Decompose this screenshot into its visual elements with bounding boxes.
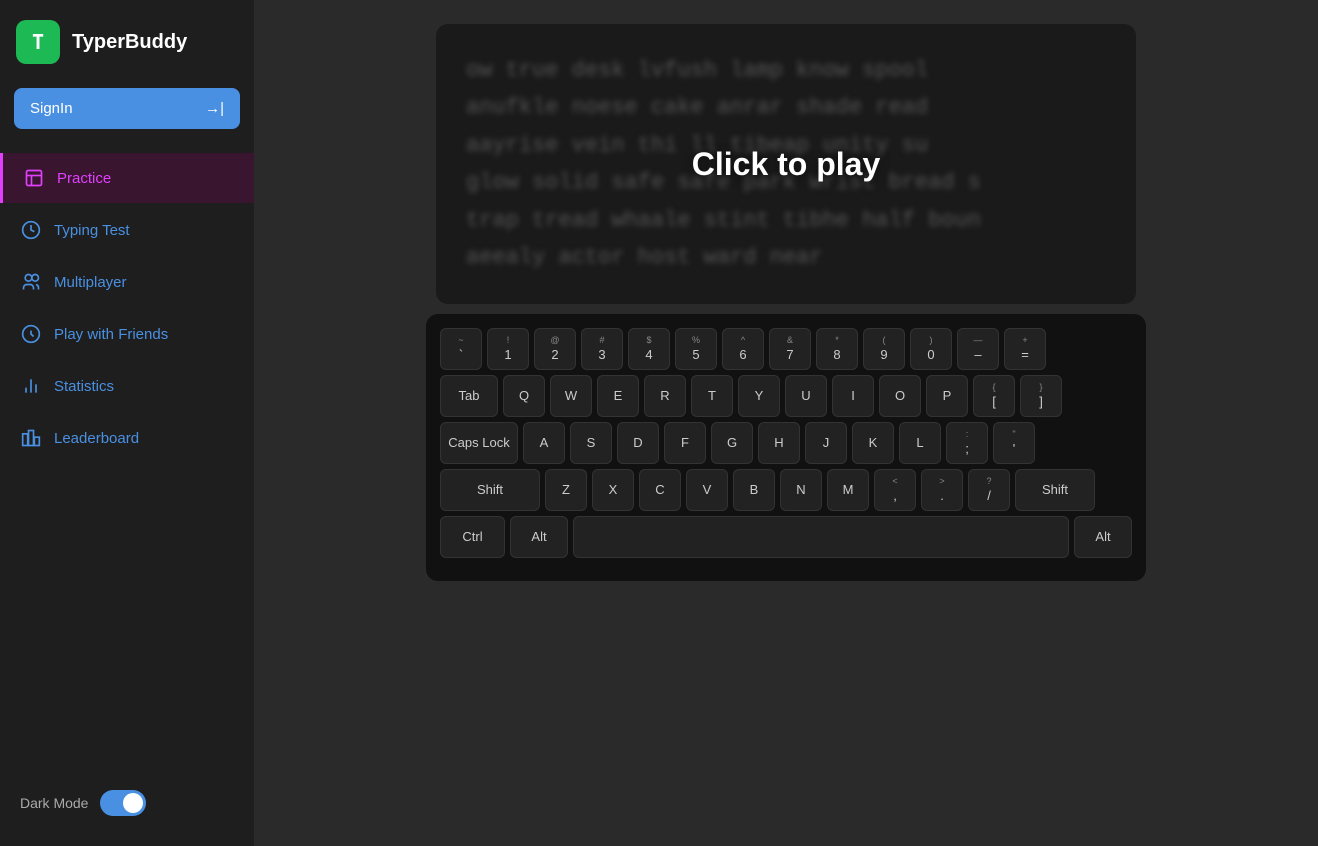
key-period[interactable]: >. xyxy=(921,469,963,511)
key-equal[interactable]: += xyxy=(1004,328,1046,370)
play-with-friends-icon xyxy=(20,323,42,345)
keyboard-row-4: Shift Z X C V B N M <, >. ?/ Shift xyxy=(440,469,1132,511)
key-m[interactable]: M xyxy=(827,469,869,511)
signin-label: SignIn xyxy=(30,100,73,117)
key-semicolon[interactable]: :; xyxy=(946,422,988,464)
key-g[interactable]: G xyxy=(711,422,753,464)
key-slash[interactable]: ?/ xyxy=(968,469,1010,511)
key-1[interactable]: !1 xyxy=(487,328,529,370)
key-lbracket[interactable]: {[ xyxy=(973,375,1015,417)
key-v[interactable]: V xyxy=(686,469,728,511)
key-space[interactable] xyxy=(573,516,1069,558)
multiplayer-icon xyxy=(20,271,42,293)
key-z[interactable]: Z xyxy=(545,469,587,511)
key-quote[interactable]: "' xyxy=(993,422,1035,464)
key-o[interactable]: O xyxy=(879,375,921,417)
click-to-play-overlay[interactable]: Click to play xyxy=(436,24,1136,304)
sidebar-item-statistics[interactable]: Statistics xyxy=(0,361,254,411)
key-j[interactable]: J xyxy=(805,422,847,464)
key-r[interactable]: R xyxy=(644,375,686,417)
typing-test-icon xyxy=(20,219,42,241)
leaderboard-icon xyxy=(20,427,42,449)
sidebar-item-label: Play with Friends xyxy=(54,326,168,343)
key-6[interactable]: ^6 xyxy=(722,328,764,370)
app-title: TyperBuddy xyxy=(72,31,187,54)
key-x[interactable]: X xyxy=(592,469,634,511)
sidebar-item-label: Leaderboard xyxy=(54,430,139,447)
key-y[interactable]: Y xyxy=(738,375,780,417)
key-e[interactable]: E xyxy=(597,375,639,417)
key-rbracket[interactable]: }] xyxy=(1020,375,1062,417)
key-w[interactable]: W xyxy=(550,375,592,417)
main-content: ow true desk lvfush lamp know spool anuf… xyxy=(254,0,1318,846)
key-7[interactable]: &7 xyxy=(769,328,811,370)
key-shift-left[interactable]: Shift xyxy=(440,469,540,511)
key-alt-right[interactable]: Alt xyxy=(1074,516,1132,558)
sidebar-item-label: Multiplayer xyxy=(54,274,127,291)
key-ctrl-left[interactable]: Ctrl xyxy=(440,516,505,558)
keyboard-row-2: Tab Q W E R T Y U I O P {[ }] xyxy=(440,375,1132,417)
sidebar-item-label: Statistics xyxy=(54,378,114,395)
signin-arrow: →| xyxy=(205,100,224,117)
signin-button[interactable]: SignIn →| xyxy=(14,88,240,129)
key-p[interactable]: P xyxy=(926,375,968,417)
key-k[interactable]: K xyxy=(852,422,894,464)
sidebar-item-label: Typing Test xyxy=(54,222,130,239)
key-tab[interactable]: Tab xyxy=(440,375,498,417)
key-comma[interactable]: <, xyxy=(874,469,916,511)
sidebar-item-leaderboard[interactable]: Leaderboard xyxy=(0,413,254,463)
key-minus[interactable]: —– xyxy=(957,328,999,370)
toggle-thumb xyxy=(123,793,143,813)
keyboard-row-3: Caps Lock A S D F G H J K L :; "' xyxy=(440,422,1132,464)
sidebar-item-typing-test[interactable]: Typing Test xyxy=(0,205,254,255)
keyboard-row-5: Ctrl Alt Alt xyxy=(440,516,1132,558)
click-to-play-text: Click to play xyxy=(692,146,881,183)
key-3[interactable]: #3 xyxy=(581,328,623,370)
key-l[interactable]: L xyxy=(899,422,941,464)
key-n[interactable]: N xyxy=(780,469,822,511)
key-q[interactable]: Q xyxy=(503,375,545,417)
key-b[interactable]: B xyxy=(733,469,775,511)
key-h[interactable]: H xyxy=(758,422,800,464)
logo-icon: T xyxy=(16,20,60,64)
key-t[interactable]: T xyxy=(691,375,733,417)
key-i[interactable]: I xyxy=(832,375,874,417)
statistics-icon xyxy=(20,375,42,397)
key-8[interactable]: *8 xyxy=(816,328,858,370)
key-4[interactable]: $4 xyxy=(628,328,670,370)
key-2[interactable]: @2 xyxy=(534,328,576,370)
key-d[interactable]: D xyxy=(617,422,659,464)
keyboard: ~` !1 @2 #3 $4 %5 ^6 &7 *8 (9 )0 —– += T… xyxy=(426,314,1146,581)
typing-container[interactable]: ow true desk lvfush lamp know spool anuf… xyxy=(436,24,1136,304)
sidebar-item-multiplayer[interactable]: Multiplayer xyxy=(0,257,254,307)
key-a[interactable]: A xyxy=(523,422,565,464)
key-capslock[interactable]: Caps Lock xyxy=(440,422,518,464)
logo-area: T TyperBuddy xyxy=(0,0,254,88)
key-c[interactable]: C xyxy=(639,469,681,511)
key-shift-right[interactable]: Shift xyxy=(1015,469,1095,511)
key-0[interactable]: )0 xyxy=(910,328,952,370)
key-f[interactable]: F xyxy=(664,422,706,464)
key-9[interactable]: (9 xyxy=(863,328,905,370)
dark-mode-label: Dark Mode xyxy=(20,795,88,811)
sidebar: T TyperBuddy SignIn →| Practice Typing T… xyxy=(0,0,254,846)
sidebar-item-label: Practice xyxy=(57,170,111,187)
key-u[interactable]: U xyxy=(785,375,827,417)
key-5[interactable]: %5 xyxy=(675,328,717,370)
dark-mode-toggle[interactable] xyxy=(100,790,146,816)
key-alt-left[interactable]: Alt xyxy=(510,516,568,558)
keyboard-row-1: ~` !1 @2 #3 $4 %5 ^6 &7 *8 (9 )0 —– += xyxy=(440,328,1132,370)
practice-icon xyxy=(23,167,45,189)
nav-menu: Practice Typing Test Multiplayer xyxy=(0,153,254,770)
dark-mode-section: Dark Mode xyxy=(0,770,254,846)
sidebar-item-practice[interactable]: Practice xyxy=(0,153,254,203)
key-s[interactable]: S xyxy=(570,422,612,464)
sidebar-item-play-with-friends[interactable]: Play with Friends xyxy=(0,309,254,359)
key-backtick[interactable]: ~` xyxy=(440,328,482,370)
